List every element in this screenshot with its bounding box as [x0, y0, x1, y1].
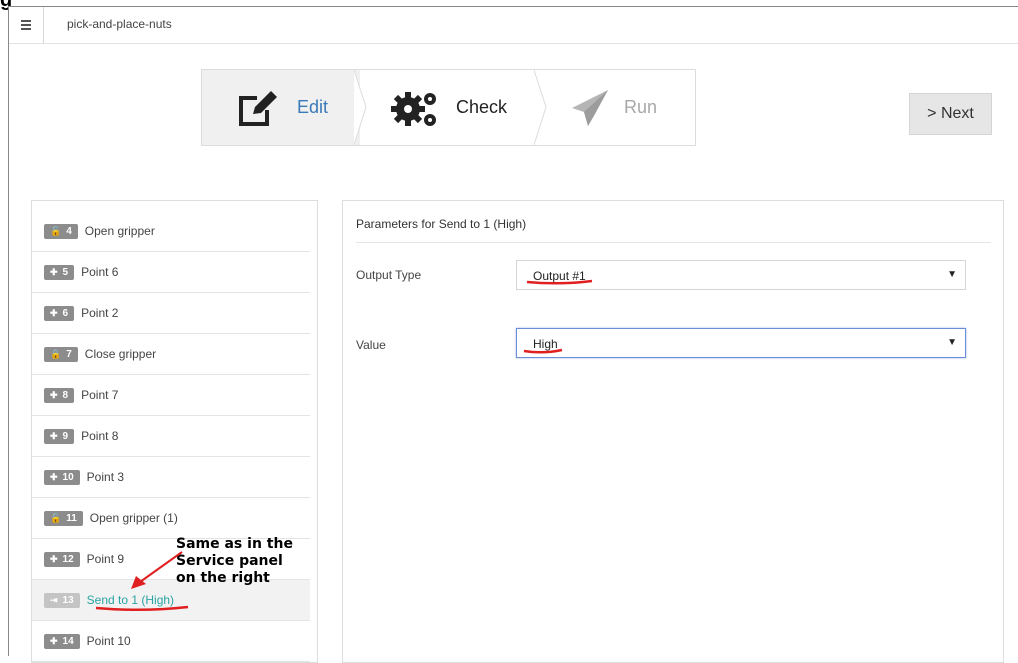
annotation-overlay	[95, 279, 593, 612]
underline-output-type	[526, 279, 593, 285]
annotation-arrow-line	[139, 551, 183, 583]
underline-value	[523, 348, 563, 354]
underline-send-to	[95, 605, 189, 612]
annotation-arrowhead	[131, 576, 146, 589]
